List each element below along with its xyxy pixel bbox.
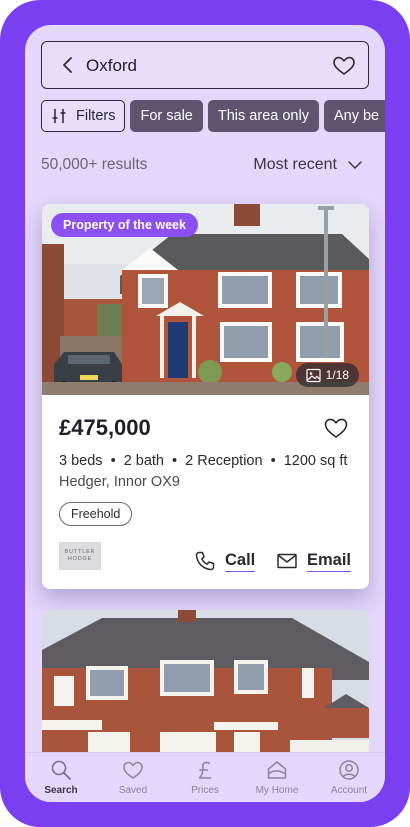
spec-separator: •	[270, 453, 276, 469]
nav-search[interactable]: Search	[25, 753, 97, 802]
nav-saved[interactable]: Saved	[97, 753, 169, 802]
listing-price: £475,000	[59, 415, 151, 440]
phone-icon	[195, 551, 215, 571]
nav-saved-label: Saved	[118, 785, 148, 796]
property-of-the-week-badge: Property of the week	[51, 213, 198, 237]
home-icon	[267, 761, 287, 779]
spec-beds: 3 beds	[59, 453, 103, 469]
search-bar[interactable]: Oxford	[41, 41, 369, 89]
results-count: 50,000+ results	[41, 156, 148, 173]
spec-reception: 2 Reception	[185, 453, 263, 469]
filters-button[interactable]: Filters	[41, 100, 126, 132]
search-query[interactable]: Oxford	[86, 56, 137, 76]
sort-label: Most recent	[253, 156, 337, 173]
spec-baths: 2 bath	[123, 453, 165, 469]
call-button[interactable]: Call	[194, 550, 256, 572]
chevron-left-icon[interactable]	[58, 55, 78, 75]
nav-search-label: Search	[44, 785, 78, 796]
nav-my-home-label: My Home	[255, 785, 299, 796]
sort-dropdown[interactable]: Most recent	[253, 156, 363, 174]
spec-separator: •	[110, 453, 116, 469]
tenure-badge: Freehold	[59, 502, 133, 526]
chip-this-area-only[interactable]: This area only	[207, 100, 319, 132]
email-button[interactable]: Email	[276, 550, 352, 572]
agent-logo[interactable]: BUTTLER HODGE	[59, 542, 101, 570]
search-icon	[51, 760, 71, 780]
spec-separator: •	[172, 453, 178, 469]
nav-prices[interactable]: Prices	[169, 753, 241, 802]
nav-my-home[interactable]: My Home	[241, 753, 313, 802]
filter-chips: Filters For sale This area only Any be	[41, 100, 385, 132]
heart-icon[interactable]	[332, 54, 356, 78]
image-icon	[306, 368, 321, 382]
agent-logo-line-1: BUTTLER	[64, 549, 96, 555]
listing-address: Hedger, Innor OX9	[59, 474, 180, 490]
listing-photo[interactable]: Property of the week 1/18	[42, 204, 369, 395]
app-screen: Oxford Filters For sale This area only Any…	[25, 25, 385, 802]
nav-prices-label: Prices	[191, 785, 219, 796]
chevron-down-icon	[348, 161, 362, 169]
nav-account[interactable]: Account	[313, 753, 385, 802]
spec-area: 1200 sq ft	[283, 453, 348, 469]
chip-for-sale[interactable]: For sale	[130, 100, 203, 132]
filters-label: Filters	[76, 108, 116, 124]
agent-logo-line-2: HODGE	[67, 556, 93, 562]
photo-count-badge[interactable]: 1/18	[295, 363, 359, 387]
save-listing-heart-icon[interactable]	[323, 416, 349, 440]
sliders-icon	[52, 109, 66, 123]
photo-count: 1/18	[325, 368, 349, 382]
listing-card[interactable]: Property of the week 1/18 £475,000 3 bed…	[42, 204, 369, 589]
heart-icon	[123, 761, 143, 779]
phone-frame: Oxford Filters For sale This area only Any…	[0, 0, 410, 827]
email-label: Email	[307, 551, 352, 572]
bottom-navigation: Search Saved Prices My Home Account	[25, 752, 385, 802]
chip-any-beds[interactable]: Any be	[323, 100, 385, 132]
mail-icon	[277, 553, 297, 569]
call-label: Call	[225, 551, 256, 572]
account-icon	[339, 760, 359, 780]
pound-icon	[198, 761, 212, 779]
listing-specs: 3 beds • 2 bath • 2 Reception • 1200 sq …	[59, 453, 347, 469]
nav-account-label: Account	[330, 785, 368, 796]
